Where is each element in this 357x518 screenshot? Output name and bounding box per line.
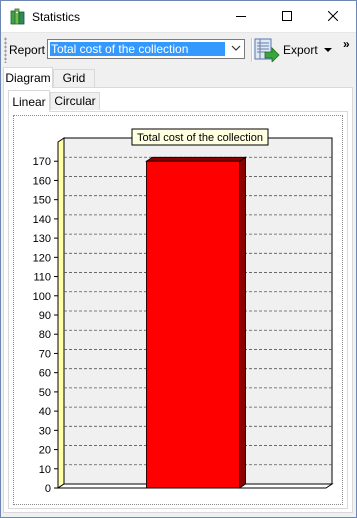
statistics-window: Statistics Report Total cost of the coll… (0, 0, 357, 518)
title-bar: Statistics (1, 1, 356, 32)
y-tick-label: 50 (39, 387, 51, 399)
chart-frame: 0 10 20 30 40 50 60 70 80 90 100 110 120 130 140 150 160… (13, 115, 343, 505)
chart-panel: 0 10 20 30 40 50 60 70 80 90 100 110 120 130 140 150 160… (8, 111, 348, 509)
diagram-panel: Linear Circular 0 10 20 30 40 50 60 70 80 90 100 11… (3, 87, 353, 513)
y-tick-label: 70 (39, 348, 51, 360)
y-tick-label: 120 (33, 252, 51, 264)
caret-down-icon[interactable] (324, 48, 332, 53)
y-tick-label: 90 (39, 310, 51, 322)
report-select-value: Total cost of the collection (50, 42, 225, 56)
tab-linear[interactable]: Linear (8, 90, 50, 112)
tab-circular[interactable]: Circular (50, 92, 100, 110)
y-tick-label: 110 (33, 272, 51, 284)
y-tick-label: 30 (39, 425, 51, 437)
chart-title: Total cost of the collection (137, 132, 263, 144)
tab-linear-label: Linear (12, 95, 46, 109)
bar (146, 160, 240, 489)
report-label: Report (9, 43, 46, 57)
maximize-button[interactable] (264, 1, 310, 32)
close-button[interactable] (310, 1, 356, 32)
export-button[interactable]: Export (254, 36, 334, 64)
maximize-icon (282, 11, 292, 21)
tab-grid-label: Grid (62, 71, 86, 85)
y-tick-label: 10 (39, 464, 51, 476)
tab-grid[interactable]: Grid (53, 69, 95, 87)
bar-chart: 0 10 20 30 40 50 60 70 80 90 100 110 120 130 140 150 160… (33, 128, 334, 495)
y-tick-label: 80 (39, 329, 51, 341)
tab-diagram[interactable]: Diagram (3, 67, 53, 88)
bar-top (145, 156, 247, 162)
minimize-button[interactable] (218, 1, 264, 32)
chevron-down-icon[interactable] (231, 45, 241, 52)
close-icon (328, 11, 338, 21)
report-select[interactable]: Total cost of the collection (47, 39, 245, 59)
export-icon (254, 38, 280, 62)
toolbar-separator (251, 38, 253, 62)
y-tick-label: 160 (33, 175, 51, 187)
toolbar-grip[interactable] (4, 37, 7, 63)
y-tick-label: 20 (39, 445, 51, 457)
toolbar-overflow-button[interactable]: » (343, 37, 350, 51)
books-icon (10, 8, 25, 25)
tab-circular-label: Circular (54, 94, 96, 108)
y-tick-label: 150 (33, 195, 51, 207)
export-label: Export (283, 43, 318, 57)
minimize-icon (236, 16, 246, 17)
y-tick-label: 170 (33, 156, 51, 168)
window-title: Statistics (32, 10, 81, 24)
y-tick-label: 100 (33, 291, 51, 303)
bar-side (239, 156, 246, 489)
y-tick-label: 140 (33, 214, 51, 226)
y-tick-label: 130 (33, 233, 51, 245)
tab-diagram-label: Diagram (5, 71, 51, 85)
chart-left-wall (57, 137, 65, 489)
y-tick-label: 0 (45, 483, 51, 495)
y-tick-label: 60 (39, 368, 51, 380)
toolbar: Report Total cost of the collection Expo… (1, 32, 356, 67)
y-tick-label: 40 (39, 406, 51, 418)
